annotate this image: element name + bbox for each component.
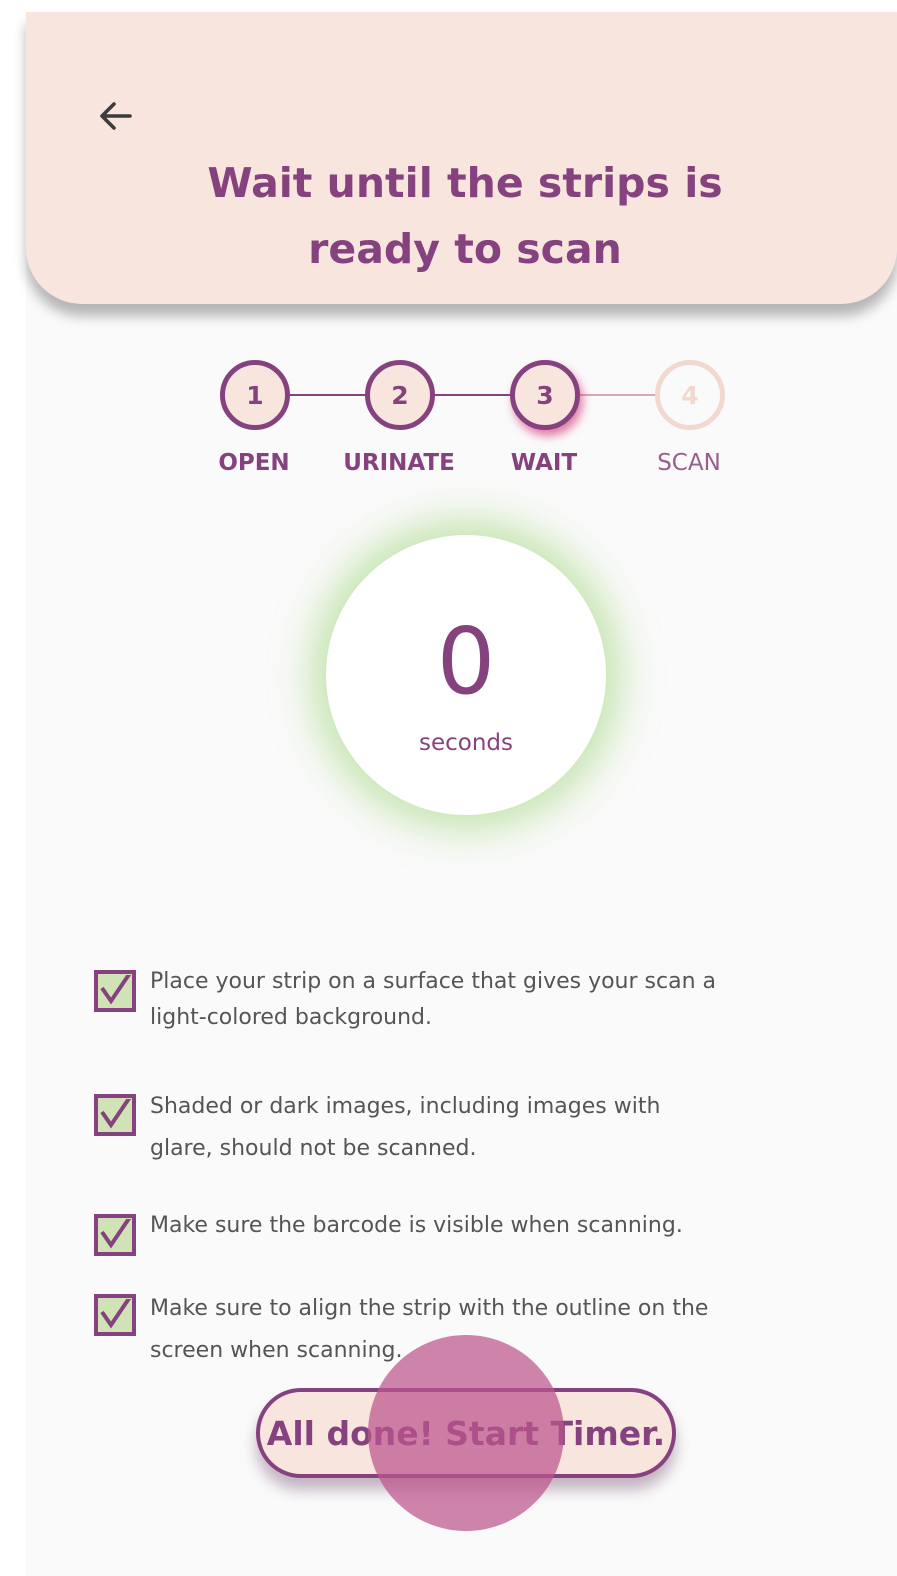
arrow-left-icon [100,102,132,130]
checklist-text: Make sure to align the strip with the ou… [150,1296,709,1363]
page-title: Wait until the strips is ready to scan [207,159,723,273]
step-1-circle: 1 [220,360,290,430]
step-3-label: WAIT [510,450,578,476]
checkmark-icon [100,975,131,1005]
step-4-label: SCAN [657,450,721,476]
checklist-text: Place your strip on a surface that gives… [150,969,716,1030]
step-4-circle: 4 [655,360,725,430]
start-timer-button[interactable]: All done! Start Timer. [256,1388,676,1478]
timer-unit: seconds [418,730,513,756]
step-connector [285,394,370,396]
step-3-circle: 3 [510,360,580,430]
checklist-text: Shaded or dark images, including images … [150,1094,661,1161]
back-button[interactable] [88,88,144,144]
timer-circle: 0 seconds [326,535,606,815]
checklist-text: Make sure the barcode is visible when sc… [150,1213,683,1238]
step-connector [575,394,660,396]
checkmark-icon [100,1299,131,1329]
checkbox[interactable] [94,970,136,1012]
step-connector [430,394,515,396]
step-1-label: OPEN [218,450,290,476]
checkmark-icon [100,1219,131,1249]
checkbox[interactable] [94,1214,136,1256]
checkbox[interactable] [94,1094,136,1136]
step-2-circle: 2 [365,360,435,430]
checkbox[interactable] [94,1294,136,1336]
timer-value: 0 [436,608,496,715]
checkmark-icon [100,1099,131,1129]
step-2-label: URINATE [343,450,455,476]
